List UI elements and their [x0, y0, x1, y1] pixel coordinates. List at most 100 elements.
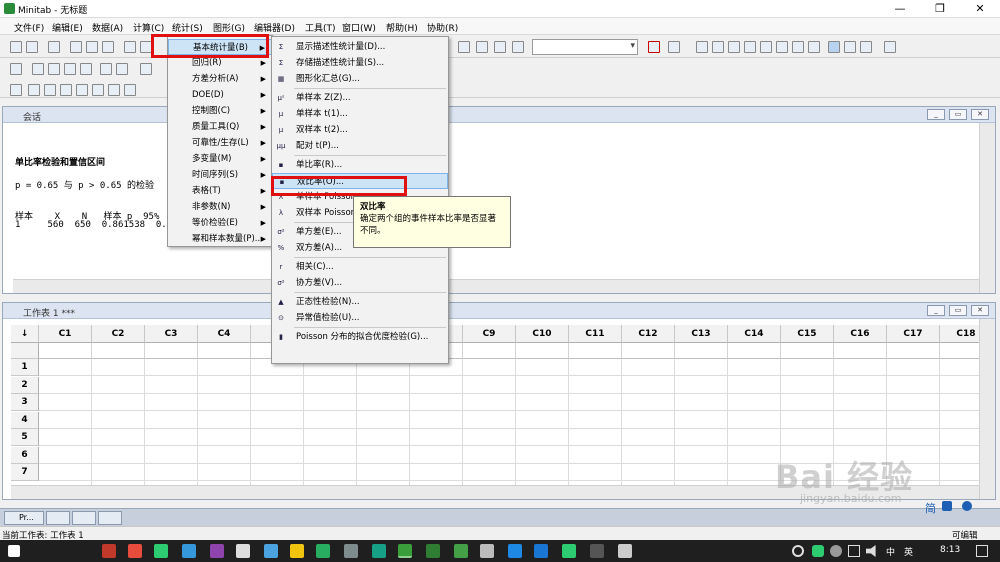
- column-name-cell[interactable]: [887, 343, 940, 359]
- menu-edit[interactable]: 编辑(E): [52, 21, 83, 34]
- row-header[interactable]: 5: [11, 429, 39, 446]
- column-header-c4[interactable]: C4: [198, 325, 251, 343]
- taskbar-app-9-icon[interactable]: [316, 544, 330, 558]
- text-tool-icon[interactable]: [28, 84, 40, 96]
- tool-icon-2[interactable]: [712, 41, 724, 53]
- table-row[interactable]: [39, 412, 981, 429]
- minimize-button[interactable]: —: [880, 0, 920, 18]
- column-header-c1[interactable]: C1: [39, 325, 92, 343]
- pen-icon[interactable]: [100, 63, 112, 75]
- open-icon[interactable]: [10, 41, 22, 53]
- menu-tools[interactable]: 工具(T): [305, 21, 336, 34]
- basic-stats-item[interactable]: σ² 协方差(V)...: [272, 275, 448, 291]
- stat-menu-item[interactable]: 控制图(C) ▶: [168, 103, 272, 119]
- stat-menu-item[interactable]: 可靠性/生存(L) ▶: [168, 135, 272, 151]
- tray-lang[interactable]: 中: [886, 545, 895, 558]
- basic-stats-item[interactable]: ▪ 单比率(R)...: [272, 157, 448, 173]
- taskbar-app-19-icon[interactable]: [590, 544, 604, 558]
- column-header-c10[interactable]: C10: [516, 325, 569, 343]
- taskbar-app-8-icon[interactable]: [290, 544, 304, 558]
- basic-stats-item[interactable]: r 相关(C)...: [272, 259, 448, 275]
- fx-icon[interactable]: [10, 63, 22, 75]
- delete-row-icon[interactable]: [64, 63, 76, 75]
- tray-app-icon[interactable]: [830, 545, 842, 557]
- worksheet-window-icon[interactable]: [844, 41, 856, 53]
- swap-icon[interactable]: [512, 41, 524, 53]
- row-header[interactable]: 3: [11, 394, 39, 411]
- mini-restore-button[interactable]: [46, 511, 70, 525]
- tool-icon-3[interactable]: [728, 41, 740, 53]
- column-name-cell[interactable]: [198, 343, 251, 359]
- mini-max-button[interactable]: [72, 511, 96, 525]
- column-header-c9[interactable]: C9: [463, 325, 516, 343]
- print-icon[interactable]: [48, 41, 60, 53]
- wechat-icon[interactable]: [562, 544, 576, 558]
- stat-menu-item[interactable]: 表格(T) ▶: [168, 183, 272, 199]
- project-window-icon[interactable]: [860, 41, 872, 53]
- clock[interactable]: 8:13: [940, 545, 960, 555]
- eraser-icon[interactable]: [140, 63, 152, 75]
- menu-data[interactable]: 数据(A): [92, 21, 123, 34]
- session-close-button[interactable]: ✕: [971, 109, 989, 120]
- taskbar-app-14-icon[interactable]: [454, 544, 468, 558]
- table-row[interactable]: [39, 377, 981, 394]
- simplified-toggle[interactable]: 简: [925, 500, 936, 516]
- minimized-project-tab[interactable]: Pr...: [4, 511, 44, 525]
- column-header-c12[interactable]: C12: [622, 325, 675, 343]
- menu-file[interactable]: 文件(F): [14, 21, 44, 34]
- tray-wechat-icon[interactable]: [812, 545, 824, 557]
- name-row-header[interactable]: [11, 343, 39, 359]
- menu-editor[interactable]: 编辑器(D): [254, 21, 295, 34]
- table-row[interactable]: [39, 359, 981, 376]
- basic-stats-item[interactable]: ▮ Poisson 分布的拟合优度检验(G)...: [272, 329, 448, 345]
- basic-stats-item[interactable]: Σ 显示描述性统计量(D)...: [272, 39, 448, 55]
- edge-icon[interactable]: [508, 544, 522, 558]
- session-horizontal-scrollbar[interactable]: [13, 279, 979, 293]
- volume-icon[interactable]: [866, 545, 876, 557]
- table-row[interactable]: [39, 394, 981, 411]
- menu-assist[interactable]: 协助(R): [427, 21, 458, 34]
- tool-icon-5[interactable]: [760, 41, 772, 53]
- stat-menu-item[interactable]: 质量工具(Q) ▶: [168, 119, 272, 135]
- taskbar-app-11-icon[interactable]: [372, 544, 386, 558]
- taskbar-app-20-icon[interactable]: [618, 544, 632, 558]
- find-icon[interactable]: [668, 41, 680, 53]
- windows-start-icon[interactable]: [8, 545, 20, 557]
- column-name-cell[interactable]: [728, 343, 781, 359]
- basic-stats-item[interactable]: μ 单样本 t(1)...: [272, 106, 448, 122]
- taskbar-app-6-icon[interactable]: [236, 544, 250, 558]
- tool-icon-9[interactable]: [884, 41, 896, 53]
- session-minimize-button[interactable]: _: [927, 109, 945, 120]
- stat-menu-item[interactable]: 等价检验(E) ▶: [168, 215, 272, 231]
- battery-icon[interactable]: [848, 545, 860, 557]
- cancel-icon[interactable]: [648, 41, 660, 53]
- worksheet-combo[interactable]: [532, 39, 638, 55]
- tool-icon-1[interactable]: [696, 41, 708, 53]
- crosshair-icon[interactable]: [476, 41, 488, 53]
- column-name-cell[interactable]: [622, 343, 675, 359]
- column-name-cell[interactable]: [781, 343, 834, 359]
- column-header-c3[interactable]: C3: [145, 325, 198, 343]
- menu-window[interactable]: 窗口(W): [342, 21, 376, 34]
- worksheet-vertical-scrollbar[interactable]: [979, 319, 995, 499]
- column-name-cell[interactable]: [39, 343, 92, 359]
- column-name-cell[interactable]: [834, 343, 887, 359]
- wifi-icon[interactable]: [792, 545, 804, 557]
- close-button[interactable]: ✕: [960, 0, 1000, 18]
- column-header-c13[interactable]: C13: [675, 325, 728, 343]
- basic-stats-item[interactable]: ⊙ 异常值检验(U)...: [272, 310, 448, 326]
- info-icon[interactable]: [744, 41, 756, 53]
- table-row[interactable]: [39, 429, 981, 446]
- rect-tool-icon[interactable]: [44, 84, 56, 96]
- menu-graph[interactable]: 图形(G): [213, 21, 245, 34]
- taskbar-app-1-icon[interactable]: [102, 544, 116, 558]
- minitab-taskbar-icon[interactable]: [398, 544, 412, 558]
- taskbar-app-13-icon[interactable]: [426, 544, 440, 558]
- maximize-button[interactable]: ❐: [920, 0, 960, 18]
- mini-close-button[interactable]: [98, 511, 122, 525]
- taskbar-app-15-icon[interactable]: [480, 544, 494, 558]
- column-name-cell[interactable]: [940, 343, 981, 359]
- row-header[interactable]: 2: [11, 376, 39, 394]
- flag-icon[interactable]: [494, 41, 506, 53]
- grid-corner[interactable]: ↓: [11, 325, 39, 343]
